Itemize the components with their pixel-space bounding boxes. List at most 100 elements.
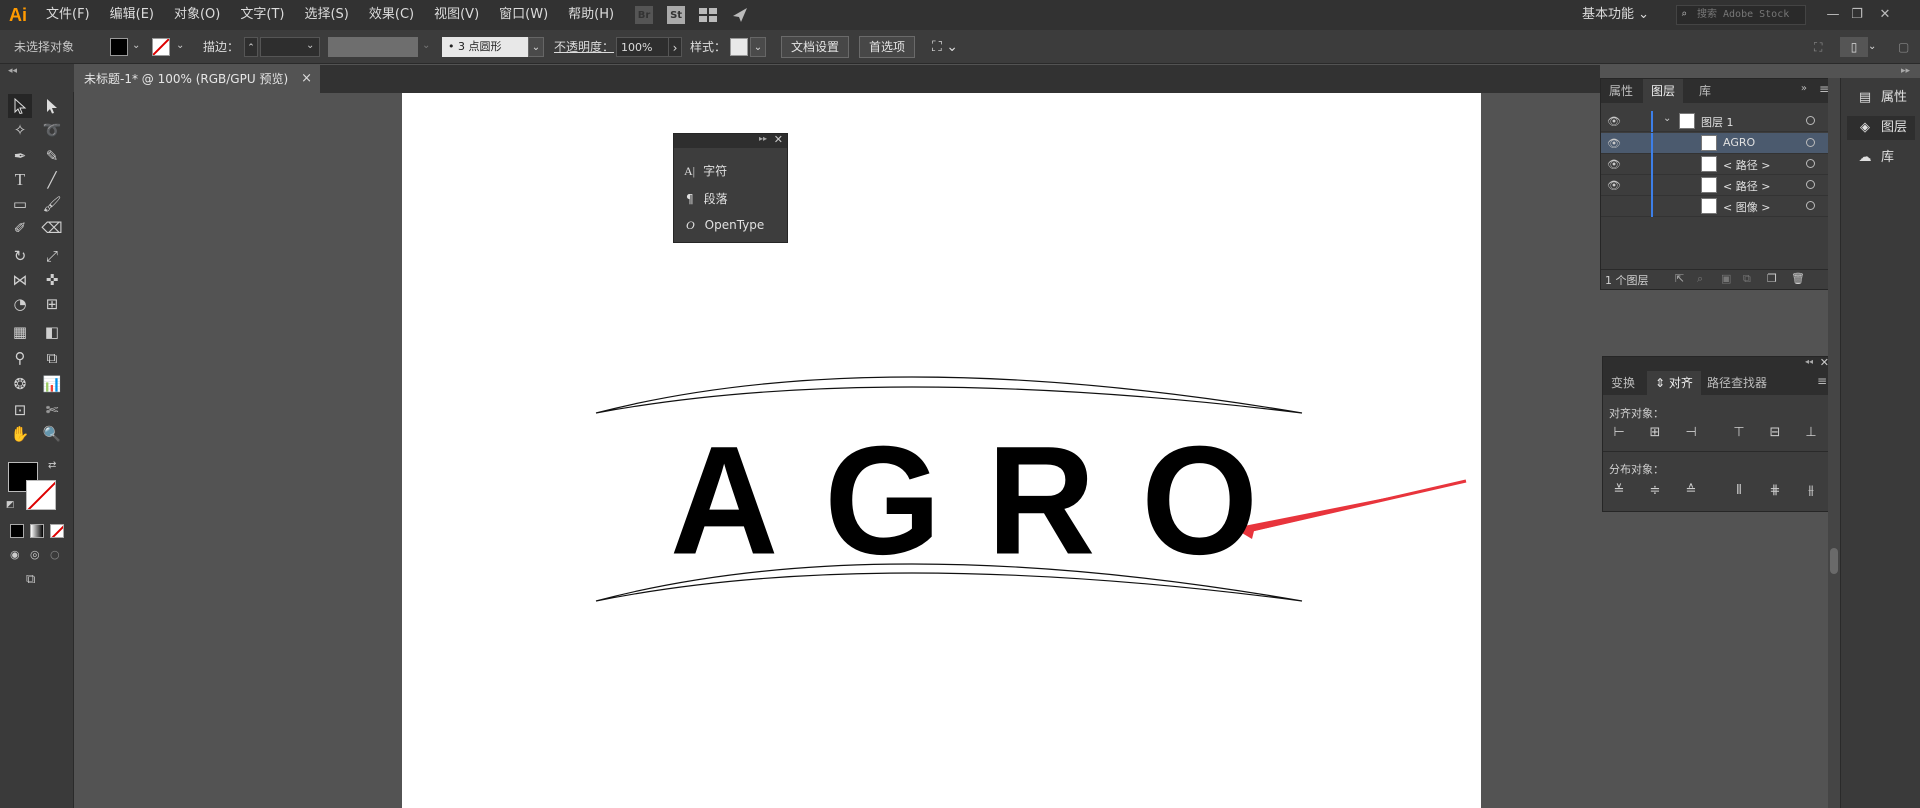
align-bottom-icon[interactable]: ⊥ (1801, 423, 1821, 443)
align-horizontal-center-icon[interactable]: ⊞ (1645, 423, 1665, 443)
document-tab[interactable]: 未标题-1* @ 100% (RGB/GPU 预览) × (74, 65, 320, 93)
stroke-weight-dropdown-icon[interactable]: ⌄ (306, 40, 314, 51)
new-layer-icon[interactable]: ❐ (1767, 272, 1777, 285)
gpu-performance-icon[interactable] (728, 3, 752, 27)
target-circle-icon[interactable] (1806, 180, 1815, 189)
visibility-eye-icon[interactable]: 👁 (1607, 158, 1621, 171)
stroke-dropdown-icon[interactable]: ⌄ (176, 40, 184, 51)
brush-definition[interactable]: • 3 点圆形 (442, 37, 528, 57)
type-tool-icon[interactable]: T (8, 168, 32, 192)
layer-row[interactable]: 👁 < 路径 > (1601, 175, 1837, 196)
zoom-tool-icon[interactable]: 🔍 (40, 422, 64, 446)
tab-layers[interactable]: 图层 (1643, 79, 1684, 103)
shaper-tool-icon[interactable]: ✐ (8, 216, 32, 240)
visibility-eye-icon[interactable]: 👁 (1607, 137, 1621, 150)
distribute-left-icon[interactable]: ⫴ (1729, 481, 1749, 501)
column-graph-tool-icon[interactable]: 📊 (40, 372, 64, 396)
symbol-sprayer-tool-icon[interactable]: ❂ (8, 372, 32, 396)
mesh-tool-icon[interactable]: ▦ (8, 320, 32, 344)
opentype-panel-item[interactable]: O OpenType (686, 218, 764, 233)
agro-text-object[interactable]: AGRO (670, 423, 1258, 578)
close-tab-icon[interactable]: × (301, 65, 312, 93)
width-tool-icon[interactable]: ⋈ (8, 268, 32, 292)
arrange-icon[interactable]: ⛶ ⌄ (932, 37, 958, 57)
swap-colors-icon[interactable]: ⇄ (48, 460, 56, 471)
none-mode-icon[interactable] (50, 524, 64, 538)
panel-menu-icon[interactable]: ▯ (1840, 37, 1868, 57)
target-circle-icon[interactable] (1806, 159, 1815, 168)
fill-swatch[interactable] (110, 38, 128, 56)
color-mode-icon[interactable] (10, 524, 24, 538)
close-button[interactable]: ✕ (1874, 4, 1896, 26)
menu-object[interactable]: 对象(O) (164, 0, 230, 30)
paragraph-panel-item[interactable]: ¶ 段落 (686, 190, 728, 207)
visibility-eye-icon[interactable]: 👁 (1607, 179, 1621, 192)
collapse-toolbar-icon[interactable]: ◂◂ (8, 66, 17, 76)
collapse-panel-icon[interactable]: ▸▸ (759, 134, 767, 143)
restore-button[interactable]: ❐ (1846, 4, 1868, 26)
magic-wand-tool-icon[interactable]: ✧ (8, 118, 32, 142)
artboard-tool-icon[interactable]: ⊡ (8, 398, 32, 422)
menu-window[interactable]: 窗口(W) (489, 0, 558, 30)
menu-view[interactable]: 视图(V) (424, 0, 489, 30)
minimize-button[interactable]: — (1822, 4, 1844, 26)
menu-help[interactable]: 帮助(H) (558, 0, 624, 30)
align-left-icon[interactable]: ⊢ (1609, 423, 1629, 443)
panel-menu-dropdown-icon[interactable]: ⌄ (1868, 37, 1876, 57)
layer-row[interactable]: 👁 < 路径 > (1601, 154, 1837, 175)
close-panel-icon[interactable]: ✕ (774, 133, 783, 146)
menu-type[interactable]: 文字(T) (230, 0, 294, 30)
puppet-warp-tool-icon[interactable]: ✜ (40, 268, 64, 292)
rotate-tool-icon[interactable]: ↻ (8, 244, 32, 268)
opacity-input[interactable]: 100% (616, 37, 670, 57)
pen-tool-icon[interactable]: ✒ (8, 144, 32, 168)
rectangle-tool-icon[interactable]: ▭ (8, 192, 32, 216)
menu-effect[interactable]: 效果(C) (359, 0, 424, 30)
draw-behind-icon[interactable]: ◎ (30, 548, 40, 561)
brush-dropdown-icon[interactable]: ⌄ (528, 37, 544, 57)
selection-tool-icon[interactable] (8, 94, 32, 118)
layer-row[interactable]: 👁 AGRO (1601, 133, 1837, 154)
style-dropdown-icon[interactable]: ⌄ (750, 37, 766, 57)
preferences-button[interactable]: 首选项 (859, 36, 916, 58)
dock-layers[interactable]: ◈ 图层 (1847, 116, 1915, 140)
collapse-dock-icon[interactable]: ▸▸ (1901, 66, 1910, 76)
scale-tool-icon[interactable]: ⤢ (40, 244, 64, 268)
new-sublayer-icon[interactable]: ⧉ (1743, 272, 1751, 286)
slice-tool-icon[interactable]: ✄ (40, 398, 64, 422)
clipping-mask-icon[interactable]: ▣ (1721, 272, 1731, 285)
gradient-mode-icon[interactable] (30, 524, 44, 538)
draw-inside-icon[interactable]: ○ (50, 548, 60, 561)
stroke-color-box[interactable] (26, 480, 56, 510)
menu-file[interactable]: 文件(F) (36, 0, 100, 30)
dock-libraries[interactable]: ☁ 库 (1855, 146, 1895, 170)
target-circle-icon[interactable] (1806, 201, 1815, 210)
tab-libraries[interactable]: 库 (1691, 79, 1719, 103)
panel-menu-icon[interactable]: ≡ (1817, 374, 1827, 388)
distribute-top-icon[interactable]: ≚ (1609, 481, 1629, 501)
align-top-icon[interactable]: ⊤ (1729, 423, 1749, 443)
align-panel-header[interactable]: ◂◂ ✕ (1603, 356, 1833, 371)
dock-properties[interactable]: ▤ 属性 (1855, 86, 1907, 110)
arrange-documents-icon[interactable] (696, 3, 720, 27)
menu-edit[interactable]: 编辑(E) (100, 0, 164, 30)
stroke-swatch[interactable] (152, 38, 170, 56)
perspective-grid-tool-icon[interactable]: ⊞ (40, 292, 64, 316)
shape-builder-tool-icon[interactable]: ◔ (8, 292, 32, 316)
collapse-panel-icon[interactable]: » (1801, 83, 1807, 94)
stroke-stepper[interactable]: ⌃ (244, 37, 258, 57)
tab-align[interactable]: ⇕ 对齐 (1647, 371, 1701, 395)
collapse-panel-icon[interactable]: ◂◂ (1805, 357, 1813, 366)
target-circle-icon[interactable] (1806, 138, 1815, 147)
stock-icon[interactable]: St (664, 3, 688, 27)
line-segment-tool-icon[interactable]: ╱ (40, 168, 64, 192)
type-panel-header[interactable]: ▸▸ ✕ (674, 133, 787, 148)
delete-layer-icon[interactable]: 🗑 (1791, 272, 1805, 285)
character-panel-item[interactable]: A| 字符 (684, 162, 727, 179)
locate-object-icon[interactable]: ⌕ (1697, 272, 1703, 286)
tab-properties[interactable]: 属性 (1601, 79, 1641, 103)
document-setup-button[interactable]: 文档设置 (781, 36, 850, 58)
blend-tool-icon[interactable]: ⧉ (40, 346, 64, 370)
opacity-arrow-icon[interactable]: › (668, 37, 682, 57)
default-colors-icon[interactable]: ◩ (6, 500, 15, 510)
